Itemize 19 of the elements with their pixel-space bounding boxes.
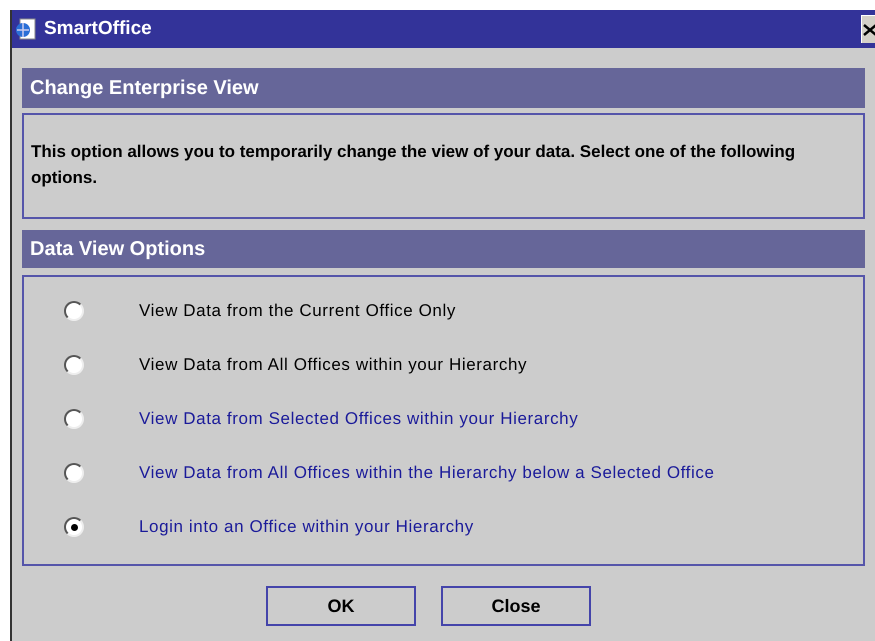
window-title: SmartOffice	[44, 16, 152, 41]
dialog-button[interactable]: OK	[266, 586, 416, 626]
close-icon	[862, 22, 875, 36]
radio-button[interactable]	[64, 409, 84, 429]
dialog-button[interactable]: Close	[441, 586, 591, 626]
radio-button[interactable]	[64, 355, 84, 375]
option-label[interactable]: View Data from All Offices within the Hierarchy below a Selected Office	[139, 460, 715, 486]
radio-button[interactable]	[64, 463, 84, 483]
document-globe-icon	[14, 17, 38, 41]
radio-button[interactable]	[64, 301, 84, 321]
option-label[interactable]: Login into an Office within your Hierarchy	[139, 514, 474, 540]
option-label[interactable]: View Data from All Offices within your Hierarchy	[139, 352, 528, 378]
radio-button[interactable]	[64, 517, 84, 537]
option-label[interactable]: View Data from Selected Offices within your Hierarchy	[139, 406, 578, 432]
option-label[interactable]: View Data from the Current Office Only	[139, 298, 456, 324]
close-button[interactable]	[861, 15, 875, 43]
intro-text: This option allows you to temporarily change the view of your data. Select one of the following options.	[31, 141, 796, 189]
section-title: Data View Options	[30, 237, 206, 262]
section-title: Change Enterprise View	[30, 76, 259, 101]
